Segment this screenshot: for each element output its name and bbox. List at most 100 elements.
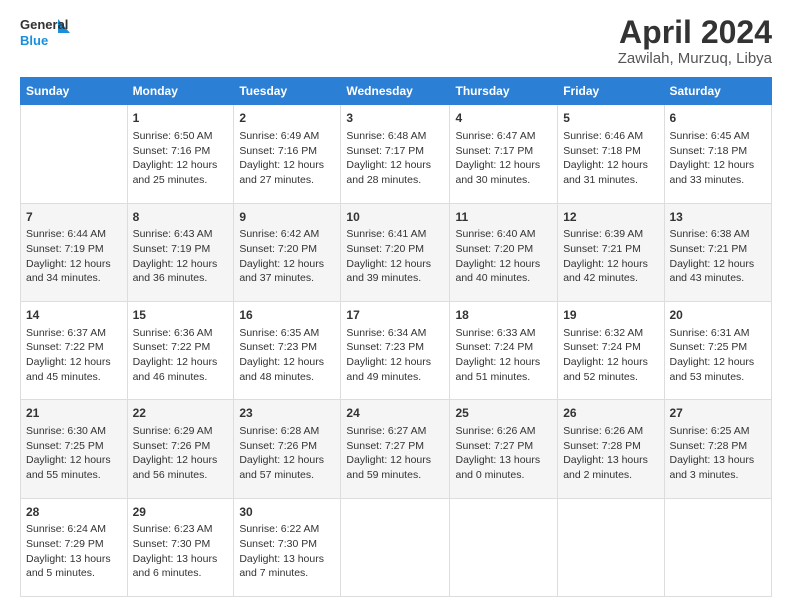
cell-line: Sunrise: 6:37 AM	[26, 326, 122, 341]
cell-line: and 39 minutes.	[346, 271, 444, 286]
cell-line: Daylight: 12 hours	[239, 453, 335, 468]
table-row: 7Sunrise: 6:44 AMSunset: 7:19 PM Daylight…	[21, 203, 772, 301]
table-cell: 14Sunrise: 6:37 AMSunset: 7:22 PMDayligh…	[21, 301, 128, 399]
table-cell: 22Sunrise: 6:29 AMSunset: 7:26 PMDayligh…	[127, 400, 234, 498]
cell-line: and 52 minutes.	[563, 370, 658, 385]
cell-line: Sunrise: 6:36 AM	[133, 326, 229, 341]
table-cell: 16Sunrise: 6:35 AMSunset: 7:23 PMDayligh…	[234, 301, 341, 399]
day-number: 12	[563, 209, 658, 226]
cell-line: and 36 minutes.	[133, 271, 229, 286]
header-cell: Saturday	[664, 78, 772, 105]
table-cell	[341, 498, 450, 596]
cell-line: Daylight: 12 hours	[563, 158, 658, 173]
cell-line: Sunrise: 6:43 AM	[133, 227, 229, 242]
table-cell: 17Sunrise: 6:34 AMSunset: 7:23 PMDayligh…	[341, 301, 450, 399]
table-cell: 26Sunrise: 6:26 AMSunset: 7:28 PMDayligh…	[558, 400, 664, 498]
day-number: 3	[346, 110, 444, 127]
cell-line: Daylight: 12 hours	[239, 158, 335, 173]
cell-line: Sunrise: 6:38 AM	[670, 227, 767, 242]
cell-line: Sunrise: 6:39 AM	[563, 227, 658, 242]
table-cell: 11Sunrise: 6:40 AMSunset: 7:20 PMDayligh…	[450, 203, 558, 301]
header: GeneralBlue April 2024 Zawilah, Murzuq, …	[20, 15, 772, 67]
day-number: 20	[670, 307, 767, 324]
cell-line: Sunset: 7:24 PM	[563, 340, 658, 355]
cell-line: Sunrise: 6:25 AM	[670, 424, 767, 439]
cell-line: and 45 minutes.	[26, 370, 122, 385]
table-cell: 1 Sunrise: 6:50 AMSunset: 7:16 PMDaylight…	[127, 105, 234, 203]
cell-line: Sunset: 7:23 PM	[239, 340, 335, 355]
day-number: 14	[26, 307, 122, 324]
header-cell: Thursday	[450, 78, 558, 105]
cell-line: Daylight: 12 hours	[670, 355, 767, 370]
table-row: 28Sunrise: 6:24 AMSunset: 7:29 PMDayligh…	[21, 498, 772, 596]
table-cell: 24Sunrise: 6:27 AMSunset: 7:27 PMDayligh…	[341, 400, 450, 498]
cell-line: Sunset: 7:22 PM	[133, 340, 229, 355]
cell-line: and 55 minutes.	[26, 468, 122, 483]
table-cell: 15Sunrise: 6:36 AMSunset: 7:22 PMDayligh…	[127, 301, 234, 399]
cell-line: Sunrise: 6:32 AM	[563, 326, 658, 341]
table-cell: 2Sunrise: 6:49 AMSunset: 7:16 PMDaylight…	[234, 105, 341, 203]
header-cell: Wednesday	[341, 78, 450, 105]
day-number: 30	[239, 504, 335, 521]
cell-line: and 31 minutes.	[563, 173, 658, 188]
cell-line: Sunset: 7:16 PM	[133, 144, 229, 159]
day-number: 1	[133, 110, 229, 127]
day-number: 9	[239, 209, 335, 226]
cell-line: Sunrise: 6:50 AM	[133, 129, 229, 144]
cell-line: Daylight: 12 hours	[133, 453, 229, 468]
cell-line: Sunset: 7:27 PM	[455, 439, 552, 454]
cell-line: and 6 minutes.	[133, 566, 229, 581]
cell-line: Sunset: 7:19 PM	[26, 242, 122, 257]
cell-line: and 56 minutes.	[133, 468, 229, 483]
table-cell: 21Sunrise: 6:30 AMSunset: 7:25 PMDayligh…	[21, 400, 128, 498]
day-number: 24	[346, 405, 444, 422]
header-cell: Tuesday	[234, 78, 341, 105]
table-row: 21Sunrise: 6:30 AMSunset: 7:25 PMDayligh…	[21, 400, 772, 498]
cell-line: Daylight: 12 hours	[26, 355, 122, 370]
cell-line: Sunrise: 6:49 AM	[239, 129, 335, 144]
table-cell	[664, 498, 772, 596]
day-number: 7	[26, 209, 122, 226]
cell-line: Sunrise: 6:42 AM	[239, 227, 335, 242]
cell-line: and 42 minutes.	[563, 271, 658, 286]
cell-line: and 46 minutes.	[133, 370, 229, 385]
subtitle: Zawilah, Murzuq, Libya	[618, 50, 772, 67]
cell-line: Sunset: 7:20 PM	[455, 242, 552, 257]
cell-line: Daylight: 13 hours	[670, 453, 767, 468]
cell-line: Daylight: 13 hours	[455, 453, 552, 468]
cell-line: and 51 minutes.	[455, 370, 552, 385]
cell-line: Daylight: 12 hours	[133, 158, 229, 173]
day-number: 8	[133, 209, 229, 226]
day-number: 16	[239, 307, 335, 324]
cell-line: Sunset: 7:20 PM	[239, 242, 335, 257]
cell-line: Sunrise: 6:44 AM	[26, 227, 122, 242]
cell-line: and 7 minutes.	[239, 566, 335, 581]
table-cell: 29Sunrise: 6:23 AMSunset: 7:30 PMDayligh…	[127, 498, 234, 596]
cell-line: Sunset: 7:24 PM	[455, 340, 552, 355]
cell-line: Sunset: 7:21 PM	[670, 242, 767, 257]
table-cell: 25 Sunrise: 6:26 AMSunset: 7:27 PMDayligh…	[450, 400, 558, 498]
cell-line: Sunrise: 6:40 AM	[455, 227, 552, 242]
table-cell: 12Sunrise: 6:39 AMSunset: 7:21 PMDayligh…	[558, 203, 664, 301]
cell-line: and 48 minutes.	[239, 370, 335, 385]
cell-line: and 34 minutes.	[26, 271, 122, 286]
cell-line: Sunset: 7:26 PM	[239, 439, 335, 454]
svg-text:Blue: Blue	[20, 33, 48, 48]
cell-line: Sunrise: 6:26 AM	[455, 424, 552, 439]
day-number: 18	[455, 307, 552, 324]
cell-line: and 57 minutes.	[239, 468, 335, 483]
cell-line: Sunrise: 6:47 AM	[455, 129, 552, 144]
cell-line: Sunrise: 6:46 AM	[563, 129, 658, 144]
table-cell	[450, 498, 558, 596]
cell-line: Daylight: 12 hours	[133, 257, 229, 272]
cell-line: Sunrise: 6:45 AM	[670, 129, 767, 144]
page: GeneralBlue April 2024 Zawilah, Murzuq, …	[0, 0, 792, 612]
cell-line: Sunset: 7:30 PM	[239, 537, 335, 552]
day-number: 25	[455, 405, 552, 422]
title-block: April 2024 Zawilah, Murzuq, Libya	[618, 15, 772, 67]
header-cell: Friday	[558, 78, 664, 105]
header-cell: Sunday	[21, 78, 128, 105]
header-cell: Monday	[127, 78, 234, 105]
cell-line: Sunset: 7:28 PM	[670, 439, 767, 454]
day-number: 27	[670, 405, 767, 422]
